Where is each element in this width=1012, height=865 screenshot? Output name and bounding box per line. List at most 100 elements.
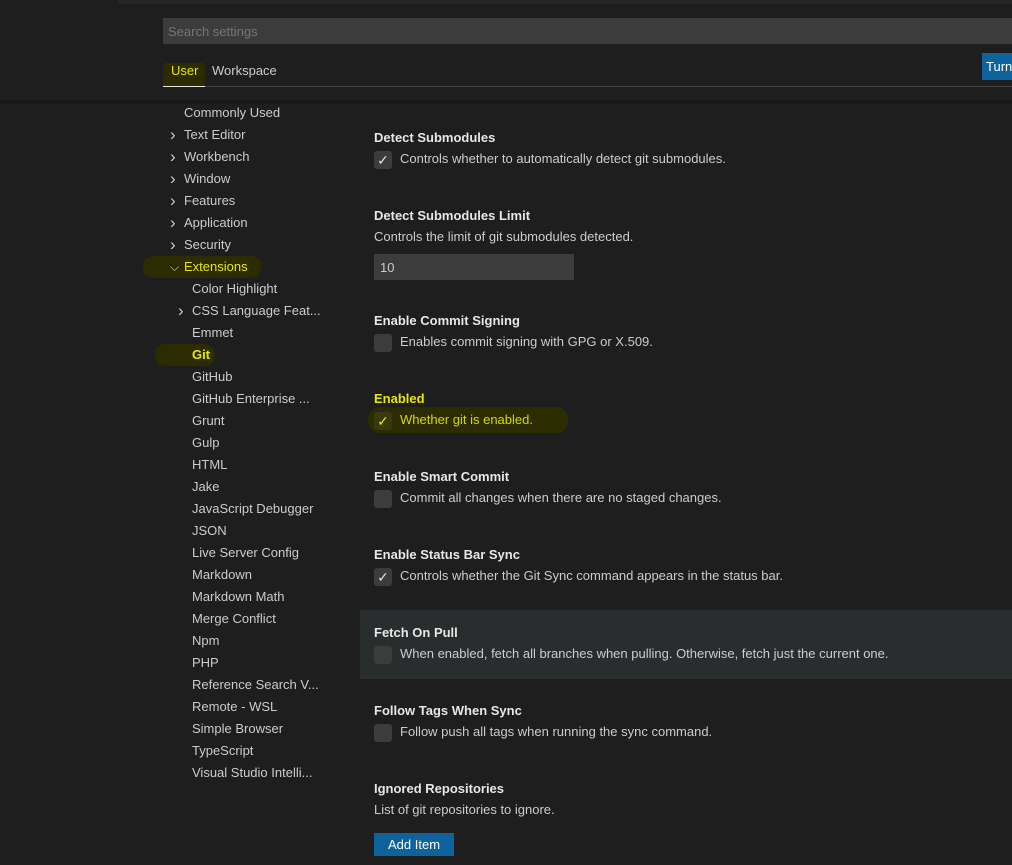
toc-item-label: JavaScript Debugger xyxy=(192,501,314,516)
toc-item[interactable]: ⌵ Extensions xyxy=(170,256,248,278)
toc-item[interactable]: Jake xyxy=(192,476,219,498)
toc-item[interactable]: Npm xyxy=(192,630,219,652)
setting-description: ✓ Controls whether to automatically detec… xyxy=(374,148,1006,170)
setting-description-text: List of git repositories to ignore. xyxy=(374,802,555,817)
toc-item[interactable]: HTML xyxy=(192,454,227,476)
add-item-button[interactable]: Add Item xyxy=(374,833,455,856)
setting-title: Detect Submodules Limit xyxy=(374,208,531,223)
chevron-right-icon: › xyxy=(170,169,176,188)
checkbox[interactable]: ✓ xyxy=(374,567,392,586)
toc-item[interactable]: Emmet xyxy=(192,322,233,344)
toc-item[interactable]: PHP xyxy=(192,652,219,674)
setting-description: Controls the limit of git submodules det… xyxy=(374,226,1006,248)
chevron-right-icon: › xyxy=(170,213,176,232)
setting-description: When enabled, fetch all branches when pu… xyxy=(374,643,1006,665)
chevron-right-icon: › xyxy=(178,301,184,320)
setting-description-text: Controls the limit of git submodules det… xyxy=(374,229,634,244)
toc-item-label: Npm xyxy=(192,633,220,648)
setting-description-text: Enables commit signing with GPG or X.509… xyxy=(400,334,653,349)
setting-item: Ignored Repositories List of git reposito… xyxy=(360,779,1012,856)
toc-item[interactable]: Remote - WSL xyxy=(192,696,277,718)
toc-item[interactable]: › Security xyxy=(170,234,231,256)
setting-item: Enable Smart Commit Commit all changes wh… xyxy=(360,467,1012,509)
toc-item[interactable]: › Window xyxy=(170,168,231,190)
toc-item[interactable]: GitHub Enterprise ... xyxy=(192,388,310,410)
setting-title: Follow Tags When Sync xyxy=(374,703,522,718)
toc-item-label: Reference Search V... xyxy=(192,677,319,692)
submodules-limit-input[interactable]: 10 xyxy=(374,254,574,280)
toc-item[interactable]: Git xyxy=(192,344,210,366)
setting-description-text: Follow push all tags when running the sy… xyxy=(400,724,713,739)
toc-item[interactable]: › CSS Language Feat... xyxy=(178,300,321,322)
setting-title: Ignored Repositories xyxy=(374,781,505,796)
toc-item-label: GitHub xyxy=(192,369,233,384)
setting-description-text: When enabled, fetch all branches when pu… xyxy=(400,646,889,661)
tab-user[interactable]: User xyxy=(163,63,205,87)
setting-title: Enable Status Bar Sync xyxy=(374,547,520,562)
checkbox[interactable] xyxy=(374,489,392,508)
setting-title: Detect Submodules xyxy=(374,130,496,145)
setting-description-text: Controls whether to automatically detect… xyxy=(400,151,726,166)
toc-item[interactable]: Color Highlight xyxy=(192,278,277,300)
toc-item[interactable]: TypeScript xyxy=(192,740,253,762)
toc-item-label: Emmet xyxy=(192,325,234,340)
tab-workspace[interactable]: Workspace xyxy=(212,63,277,78)
toc-item[interactable]: Visual Studio Intelli... xyxy=(192,762,312,784)
toc-item-label: TypeScript xyxy=(192,743,254,758)
toc-item[interactable]: › Application xyxy=(170,212,248,234)
setting-title: Fetch On Pull xyxy=(374,625,458,640)
setting-item: Follow Tags When Sync Follow push all tag… xyxy=(360,701,1012,743)
chevron-right-icon: › xyxy=(170,147,176,166)
toc-item-label: Simple Browser xyxy=(192,721,284,736)
toc-item-label: CSS Language Feat... xyxy=(192,303,321,318)
toc-item[interactable]: Merge Conflict xyxy=(192,608,276,630)
checkbox[interactable] xyxy=(374,645,392,664)
checkbox[interactable]: ✓ xyxy=(374,411,392,430)
toc-item[interactable]: GitHub xyxy=(192,366,232,388)
toc-item[interactable]: JavaScript Debugger xyxy=(192,498,313,520)
toc-item-label: Markdown Math xyxy=(192,589,285,604)
scope-tabs: User Workspace xyxy=(163,60,1012,87)
toc-item[interactable]: Markdown xyxy=(192,564,252,586)
chevron-right-icon: › xyxy=(170,125,176,144)
toc-item-label: Security xyxy=(184,237,231,252)
toc-item-label: Visual Studio Intelli... xyxy=(192,765,313,780)
setting-title: Enabled xyxy=(374,391,425,406)
toc-item-label: JSON xyxy=(192,523,227,538)
toc-item-label: Gulp xyxy=(192,435,220,450)
setting-item: Detect Submodules Limit Controls the limi… xyxy=(360,206,1012,280)
checkbox[interactable] xyxy=(374,723,392,742)
setting-description: List of git repositories to ignore. xyxy=(374,799,1006,821)
toc-item-label: Remote - WSL xyxy=(192,699,278,714)
toc-item[interactable]: › Workbench xyxy=(170,146,250,168)
toc-item-label: HTML xyxy=(192,457,228,472)
checkbox[interactable]: ✓ xyxy=(374,150,392,169)
turn-on-sync-button[interactable]: Turn xyxy=(982,53,1012,80)
setting-description: ✓ Whether git is enabled. xyxy=(374,409,1006,431)
setting-item: Enable Status Bar Sync ✓ Controls whether … xyxy=(360,545,1012,587)
toc-item[interactable]: Simple Browser xyxy=(192,718,283,740)
toc-item-label: Color Highlight xyxy=(192,281,278,296)
search-settings-input[interactable] xyxy=(163,18,1012,44)
toc-item[interactable]: › Features xyxy=(170,190,235,212)
toc-item[interactable]: › Text Editor xyxy=(170,124,245,146)
checkbox[interactable] xyxy=(374,333,392,352)
toc-item[interactable]: Markdown Math xyxy=(192,586,284,608)
setting-description-text: Commit all changes when there are no sta… xyxy=(400,490,722,505)
chevron-right-icon: › xyxy=(170,191,176,210)
toc-item-label: Application xyxy=(184,215,248,230)
toc-item-label: Commonly Used xyxy=(184,105,281,120)
toc-item-label: Extensions xyxy=(184,259,248,274)
toc-item[interactable]: Reference Search V... xyxy=(192,674,319,696)
toc-item-label: Jake xyxy=(192,479,220,494)
toc-item-label: Window xyxy=(184,171,231,186)
toc-item[interactable]: Live Server Config xyxy=(192,542,299,564)
toc-item[interactable]: Grunt xyxy=(192,410,225,432)
toc-item[interactable]: Commonly Used xyxy=(184,102,280,124)
toc-item[interactable]: JSON xyxy=(192,520,227,542)
setting-description: Commit all changes when there are no sta… xyxy=(374,487,1006,509)
top-strip xyxy=(118,0,1012,4)
toc-item[interactable]: Gulp xyxy=(192,432,219,454)
setting-item: Enabled ✓ Whether git is enabled. xyxy=(360,389,1012,433)
chevron-down-icon: ⌵ xyxy=(170,260,180,274)
